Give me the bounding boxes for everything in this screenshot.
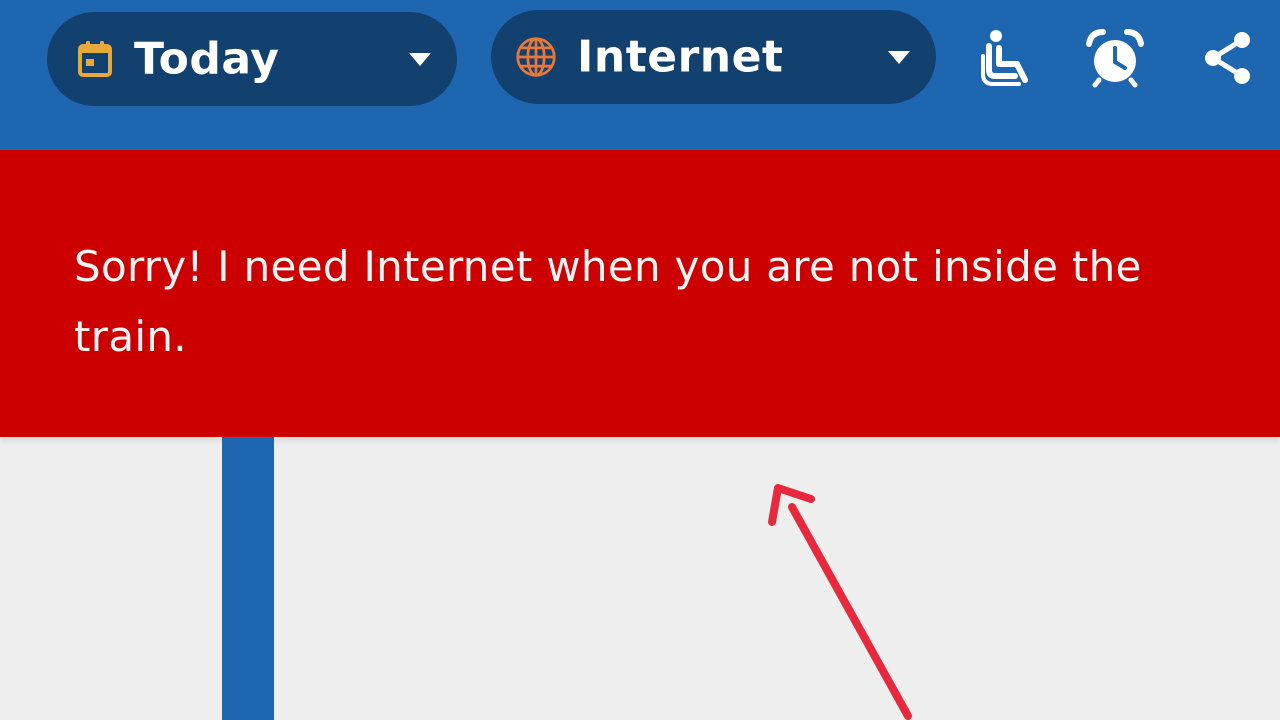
chevron-down-icon	[409, 53, 431, 66]
date-selector[interactable]: Today	[47, 12, 457, 106]
network-selector-label: Internet	[577, 31, 784, 83]
chevron-down-icon	[888, 51, 910, 64]
route-track-line	[222, 437, 274, 720]
alarm-clock-icon[interactable]	[1083, 26, 1147, 90]
calendar-icon	[74, 38, 116, 80]
alert-message: Sorry! I need Internet when you are not …	[74, 242, 1142, 361]
offline-alert-banner: Sorry! I need Internet when you are not …	[0, 150, 1280, 437]
seat-icon[interactable]	[977, 26, 1041, 90]
network-selector[interactable]: Internet	[491, 10, 936, 104]
top-app-bar: Today Internet	[0, 0, 1280, 150]
share-icon[interactable]	[1196, 26, 1260, 90]
globe-icon	[515, 36, 557, 78]
date-selector-label: Today	[134, 33, 280, 85]
